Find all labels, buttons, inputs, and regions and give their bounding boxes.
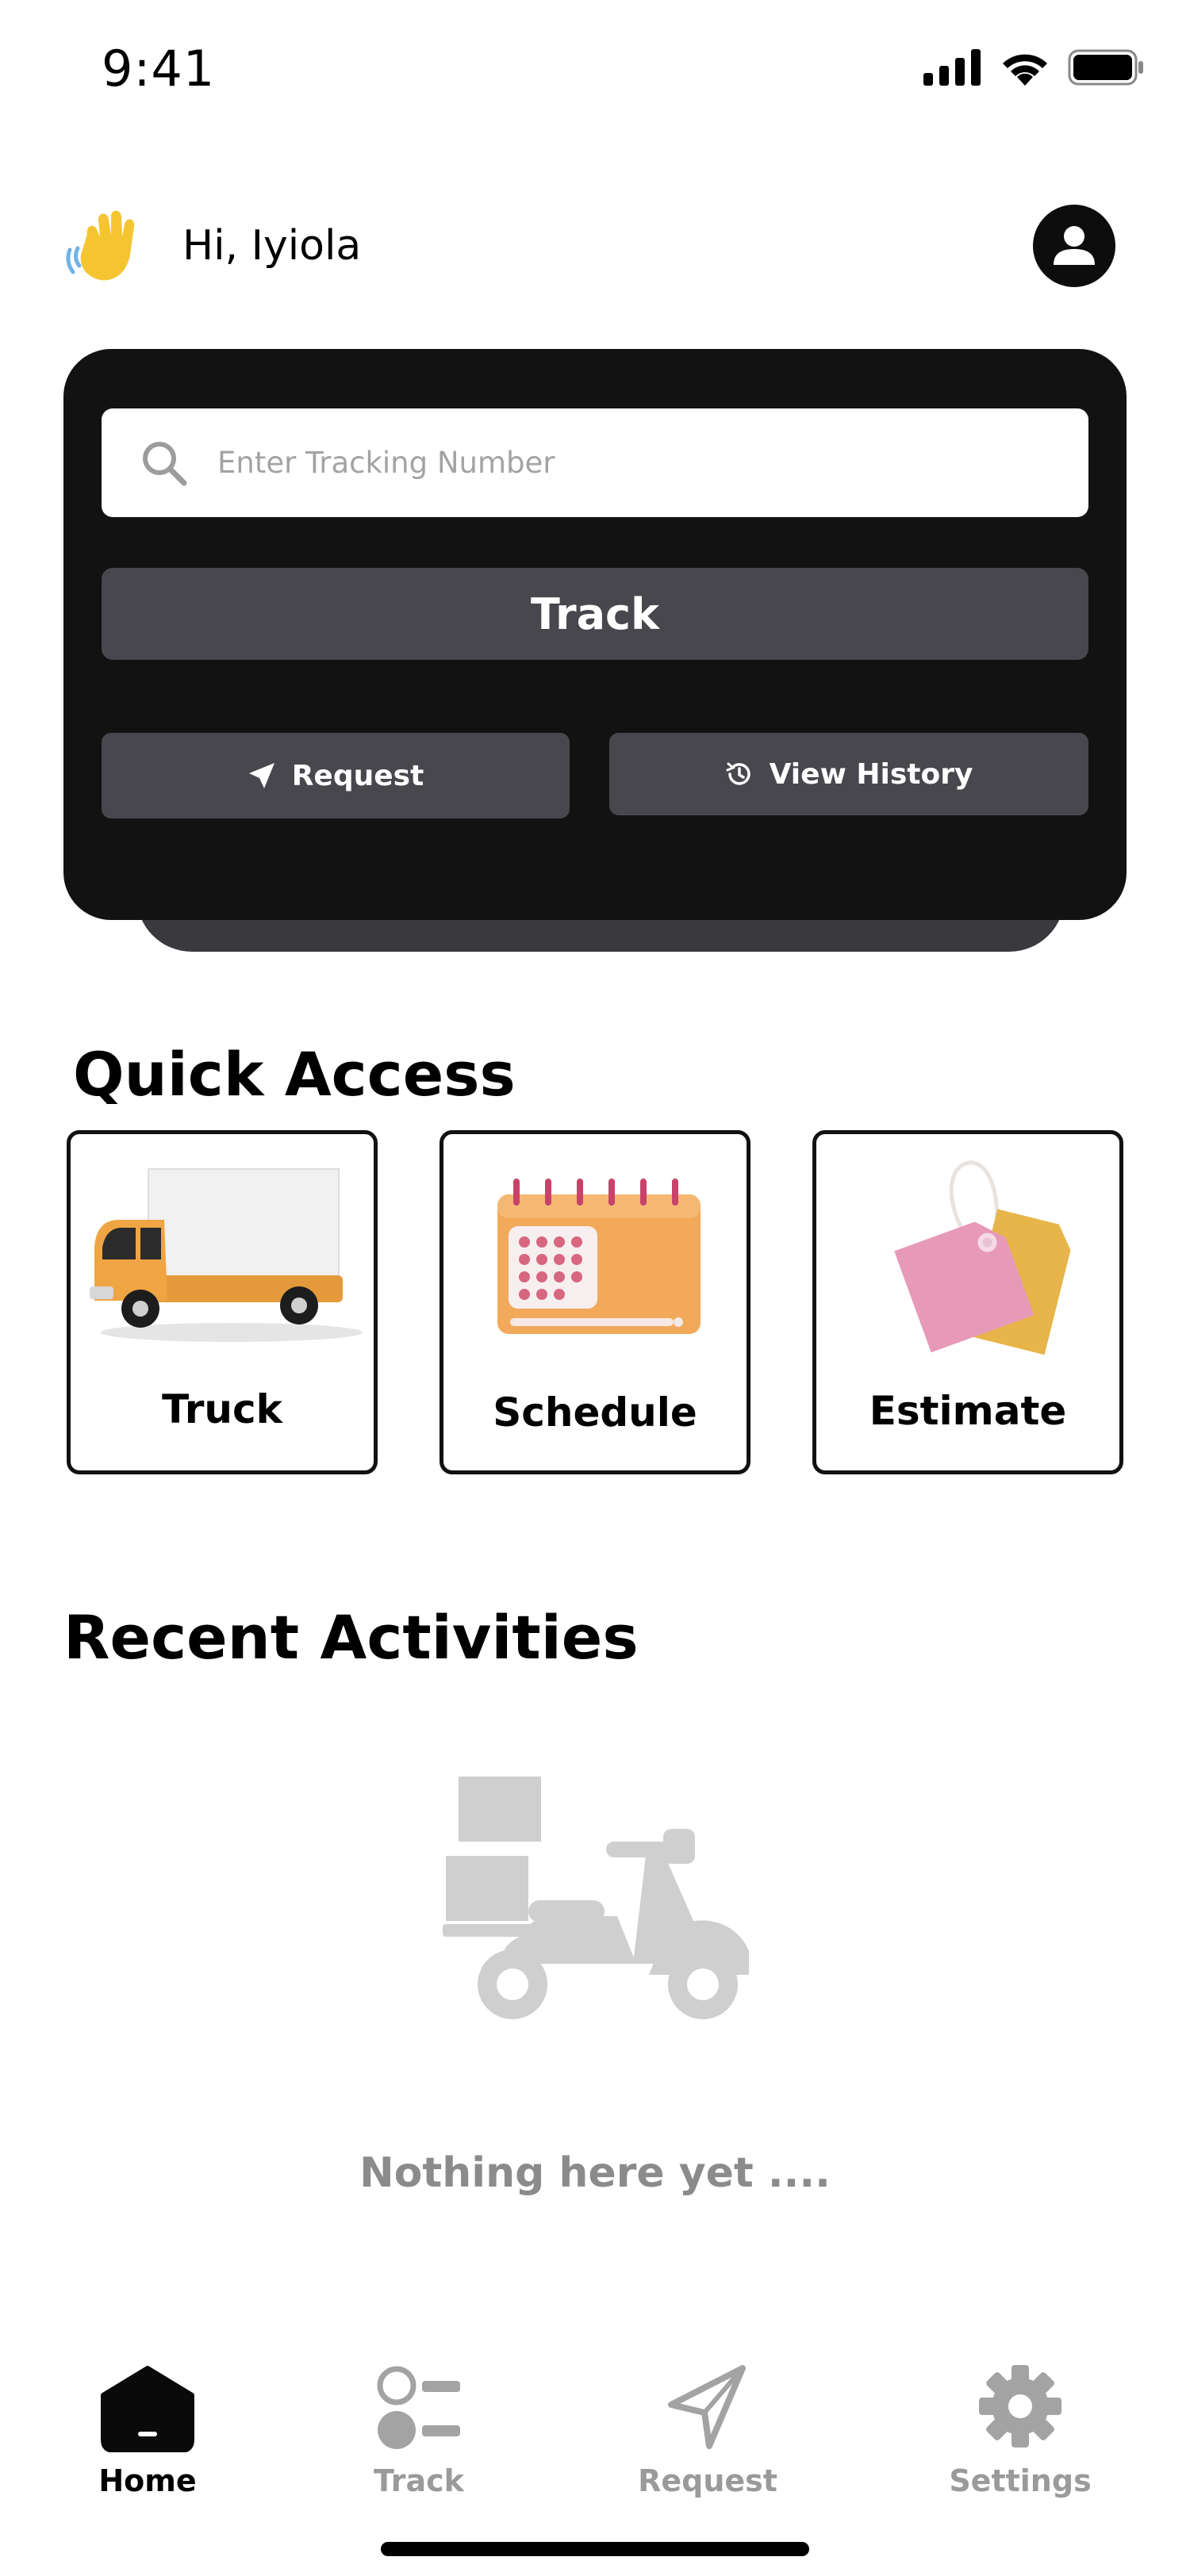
send-icon — [668, 2365, 746, 2449]
user-icon — [1054, 226, 1095, 265]
track-button[interactable]: Track — [102, 568, 1088, 660]
home-icon — [101, 2366, 194, 2452]
send-icon — [248, 763, 274, 788]
wifi-icon — [1003, 54, 1047, 86]
status-icons — [923, 49, 1144, 86]
home-indicator — [381, 2542, 809, 2556]
quick-access-estimate[interactable]: Estimate — [812, 1130, 1123, 1474]
track-icon — [377, 2366, 460, 2449]
profile-button[interactable] — [1033, 205, 1115, 287]
request-button-label: Request — [291, 759, 424, 792]
quick-access-truck-label: Truck — [162, 1386, 282, 1432]
empty-state-text: Nothing here yet .... — [359, 2149, 831, 2197]
recent-activities-title: Recent Activities — [63, 1602, 639, 1673]
calendar-illustration — [497, 1179, 701, 1334]
signal-icon — [923, 49, 981, 86]
delivery-scooter-illustration — [443, 1777, 749, 2019]
nav-request[interactable]: Request — [612, 2363, 803, 2498]
nav-home-label: Home — [98, 2463, 197, 2498]
quick-access-schedule[interactable]: Schedule — [440, 1130, 750, 1474]
gear-icon — [979, 2365, 1061, 2448]
search-placeholder: Enter Tracking Number — [217, 446, 555, 480]
view-history-button[interactable]: View History — [609, 733, 1088, 815]
truck-illustration — [90, 1168, 363, 1342]
view-history-label: View History — [769, 757, 973, 791]
price-tag-illustration — [894, 1160, 1071, 1355]
waving-hand-icon — [66, 210, 135, 281]
search-icon — [143, 441, 187, 485]
quick-access-estimate-label: Estimate — [869, 1388, 1067, 1434]
status-time: 9:41 — [102, 40, 216, 98]
request-button[interactable]: Request — [102, 733, 570, 818]
quick-access-title: Quick Access — [73, 1039, 516, 1110]
nav-track[interactable]: Track — [324, 2363, 514, 2498]
nav-home[interactable]: Home — [52, 2363, 243, 2498]
battery-icon — [1068, 49, 1143, 86]
nav-request-label: Request — [638, 2463, 777, 2498]
greeting-text: Hi, Iyiola — [182, 222, 362, 270]
nav-settings[interactable]: Settings — [925, 2363, 1115, 2498]
quick-access-truck[interactable]: Truck — [67, 1130, 378, 1474]
history-icon — [726, 762, 750, 785]
quick-access-schedule-label: Schedule — [493, 1390, 697, 1436]
tracking-search-input[interactable]: Enter Tracking Number — [102, 408, 1088, 517]
nav-track-label: Track — [374, 2463, 464, 2498]
nav-settings-label: Settings — [949, 2463, 1092, 2498]
